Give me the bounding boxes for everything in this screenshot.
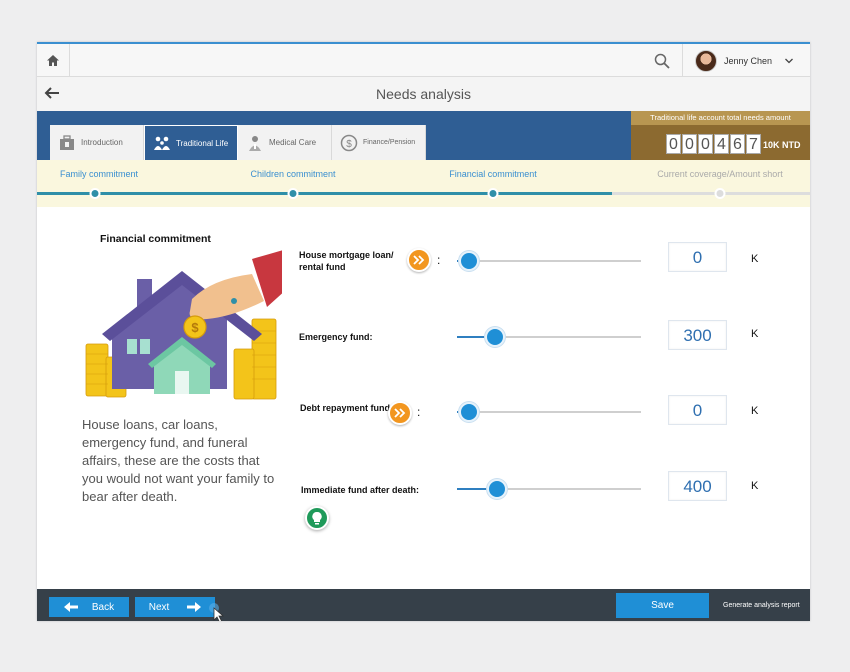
footer-bar: Back Next Save Generate analysis report	[37, 589, 810, 621]
top-bar: Jenny Chen	[37, 44, 810, 77]
counter-digit: 0	[698, 134, 713, 154]
tab-label: Finance/Pension	[363, 139, 416, 146]
needs-total-title: Traditional life account total needs amo…	[631, 111, 810, 125]
colon: :	[417, 405, 421, 419]
unit-label: K	[751, 253, 759, 265]
tab-introduction[interactable]: Introduction	[50, 125, 144, 160]
label-immediate-fund: Immediate fund after death:	[301, 485, 420, 495]
colon: :	[437, 253, 441, 267]
tab-label: Traditional Life	[176, 138, 229, 148]
user-name: Jenny Chen	[724, 55, 773, 66]
needs-total-panel: Traditional life account total needs amo…	[631, 111, 810, 160]
slider-knob-debt-repayment[interactable]	[459, 402, 479, 422]
back-label: Back	[91, 601, 115, 613]
slider-knob-emergency-fund[interactable]	[484, 327, 505, 347]
lightbulb-icon	[312, 511, 322, 525]
dollar-coin-icon: $	[340, 134, 358, 151]
step-financial-commitment[interactable]: Financial commitment	[449, 169, 537, 179]
slider-track	[457, 411, 641, 413]
counter-digit: 0	[682, 134, 697, 154]
tab-medical-care[interactable]: Medical Care	[238, 125, 332, 160]
label-house-mortgage: House mortgage loan/ rental fund	[299, 250, 394, 272]
category-tabs: Introduction Traditional Life Medical Ca…	[50, 125, 426, 160]
tab-label: Introduction	[81, 138, 123, 147]
needs-total-counter: 0 0 0 4 6 7	[666, 134, 762, 154]
back-button[interactable]: Back	[49, 597, 129, 617]
home-button[interactable]	[37, 44, 70, 77]
slider-knob-house-mortgage[interactable]	[459, 251, 479, 271]
tip-button[interactable]	[305, 506, 329, 530]
slider-knob-immediate-fund[interactable]	[486, 479, 507, 499]
next-label: Next	[148, 601, 170, 613]
step-current-coverage[interactable]: Current coverage/Amount short	[657, 169, 783, 179]
step-progress: Family commitment Children commitment Fi…	[37, 160, 810, 207]
arrow-right-icon	[187, 602, 202, 612]
tab-traditional-life[interactable]: Traditional Life	[144, 125, 238, 160]
step-dot	[89, 188, 101, 199]
family-icon	[154, 136, 170, 150]
detail-button-debt-repayment[interactable]	[388, 401, 412, 425]
slider-track	[457, 260, 641, 262]
counter-digit: 7	[746, 134, 761, 154]
counter-digit: 0	[666, 134, 681, 154]
doctor-icon	[249, 135, 261, 151]
unit-label: K	[751, 405, 759, 417]
label-debt-repayment: Debt repayment fund	[300, 403, 391, 413]
briefcase-icon	[60, 134, 74, 150]
step-children-commitment[interactable]: Children commitment	[250, 169, 335, 179]
step-dot	[487, 188, 499, 199]
unit-label: K	[751, 328, 759, 340]
generate-report-link[interactable]: Generate analysis report	[723, 602, 800, 609]
tab-finance-pension[interactable]: $ Finance/Pension	[332, 125, 426, 160]
progress-line-remaining	[612, 192, 810, 195]
tab-label: Medical Care	[269, 138, 317, 147]
counter-digit: 4	[714, 134, 729, 154]
svg-text:$: $	[346, 139, 352, 150]
search-icon[interactable]	[654, 53, 670, 69]
counter-digit: 6	[730, 134, 745, 154]
value-input-house-mortgage[interactable]: 0	[668, 242, 727, 272]
progress-line-done	[37, 192, 612, 195]
avatar	[695, 49, 717, 72]
section-description: House loans, car loans, emergency fund, …	[82, 417, 275, 504]
pointer-cursor-icon	[209, 603, 225, 621]
value-input-emergency-fund[interactable]: 300	[668, 320, 727, 350]
next-button[interactable]: Next	[135, 597, 215, 617]
unit-label: K	[751, 480, 759, 492]
page-title: Needs analysis	[376, 86, 471, 102]
step-dot	[287, 188, 299, 199]
title-bar: Needs analysis	[37, 77, 810, 111]
house-money-illustration: $	[85, 250, 282, 400]
double-chevron-right-icon	[394, 408, 406, 418]
step-dot	[714, 188, 726, 199]
detail-button-house-mortgage[interactable]	[407, 248, 431, 272]
chevron-down-icon[interactable]	[784, 56, 794, 66]
double-chevron-right-icon	[413, 255, 425, 265]
needs-total-unit: 10K NTD	[763, 140, 801, 150]
arrow-left-icon	[63, 602, 78, 612]
value-input-debt-repayment[interactable]: 0	[668, 395, 727, 425]
value-input-immediate-fund[interactable]: 400	[668, 471, 727, 501]
step-family-commitment[interactable]: Family commitment	[60, 169, 138, 179]
section-title: Financial commitment	[100, 233, 211, 245]
svg-text:$: $	[191, 320, 199, 335]
home-icon	[47, 55, 59, 66]
save-button[interactable]: Save	[616, 593, 709, 618]
label-emergency-fund: Emergency fund:	[299, 332, 373, 342]
app-window: Jenny Chen Needs analysis Introduction T…	[37, 42, 810, 621]
user-menu[interactable]: Jenny Chen	[682, 44, 810, 77]
